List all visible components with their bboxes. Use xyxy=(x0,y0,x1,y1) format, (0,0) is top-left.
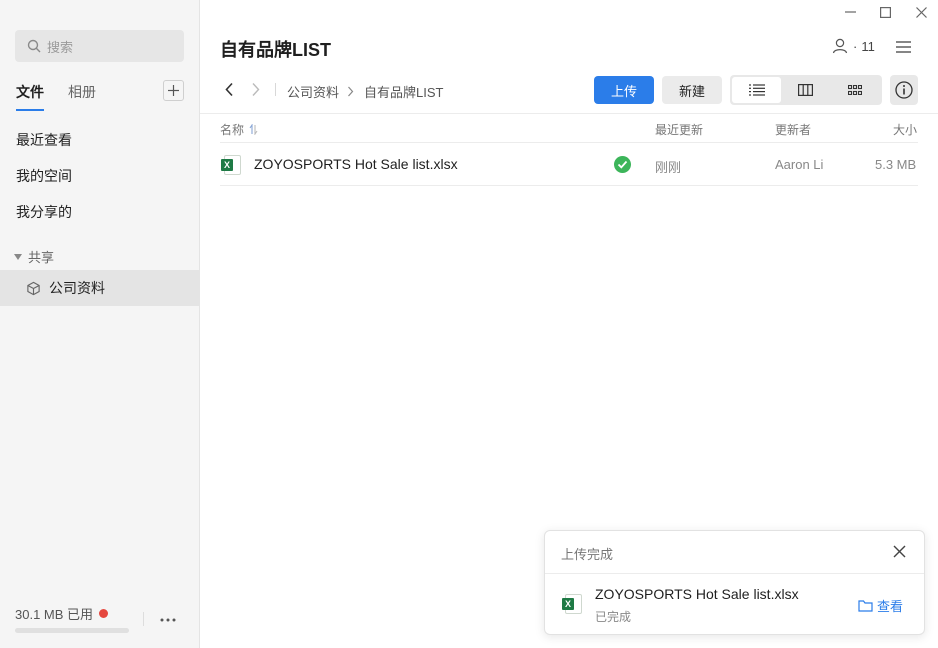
hamburger-menu-icon xyxy=(896,41,911,53)
sidebar-nav: 最近查看 我的空间 我分享的 xyxy=(0,122,199,230)
view-switcher xyxy=(730,75,882,105)
synced-check-icon xyxy=(614,156,631,173)
storage-bar xyxy=(15,628,129,633)
column-header-updater[interactable]: 更新者 xyxy=(775,121,811,138)
divider xyxy=(275,83,276,96)
search-placeholder: 搜索 xyxy=(47,39,74,55)
breadcrumb-item[interactable]: 公司资料 xyxy=(287,82,339,101)
list-view-button[interactable] xyxy=(732,77,782,103)
breadcrumb-separator-icon xyxy=(347,84,354,100)
file-modified: 刚刚 xyxy=(655,160,682,175)
upload-button[interactable]: 上传 xyxy=(594,76,654,104)
chevron-left-icon xyxy=(225,82,233,97)
storage-text: 30.1 MB 已用 xyxy=(15,607,94,622)
sidebar-item-shared-by-me[interactable]: 我分享的 xyxy=(0,194,199,230)
collapse-triangle-icon xyxy=(14,253,22,260)
file-name: ZOYOSPORTS Hot Sale list.xlsx xyxy=(254,156,458,172)
maximize-button[interactable] xyxy=(875,4,895,20)
breadcrumb-current: 自有品牌LIST xyxy=(364,85,444,100)
search-icon xyxy=(27,39,41,53)
column-header-modified[interactable]: 最近更新 xyxy=(655,121,703,138)
divider xyxy=(200,113,938,114)
toast-title: 上传完成 xyxy=(561,547,614,562)
tab-files[interactable]: 文件 xyxy=(16,82,44,111)
sidebar: 搜索 文件 相册 最近查看 我的空间 我分享的 共享 公司资料 30.1 MB … xyxy=(0,0,200,648)
page-title: 自有品牌LIST xyxy=(220,40,331,60)
sort-icon xyxy=(249,124,258,135)
column-view-icon xyxy=(798,84,814,96)
alert-dot xyxy=(99,609,109,618)
members-count: 11 xyxy=(861,38,875,54)
members-button[interactable]: · 11 xyxy=(832,38,875,54)
cube-icon xyxy=(27,281,40,295)
minimize-icon xyxy=(844,11,856,13)
info-button[interactable] xyxy=(890,75,918,105)
file-size: 5.3 MB xyxy=(875,157,917,172)
close-icon xyxy=(893,545,906,558)
column-view-button[interactable] xyxy=(781,77,830,103)
storage-usage: 30.1 MB 已用 xyxy=(15,604,109,623)
list-view-icon xyxy=(748,84,765,96)
ellipsis-icon xyxy=(160,618,176,622)
user-icon xyxy=(832,38,848,54)
divider xyxy=(545,573,924,574)
excel-file-icon: X xyxy=(221,155,241,175)
toast-view-button[interactable]: 查看 xyxy=(858,596,903,615)
toast-status: 已完成 xyxy=(595,610,632,624)
back-button[interactable] xyxy=(224,82,234,100)
sidebar-item-recent[interactable]: 最近查看 xyxy=(0,122,199,158)
members-separator-dot: · xyxy=(853,38,858,54)
close-icon xyxy=(915,6,927,18)
sidebar-item-company-docs[interactable]: 公司资料 xyxy=(0,270,199,306)
column-header-size[interactable]: 大小 xyxy=(893,121,917,138)
sidebar-item-my-space[interactable]: 我的空间 xyxy=(0,158,199,194)
column-header-label: 名称 xyxy=(220,123,245,137)
close-window-button[interactable] xyxy=(911,4,931,20)
shared-section-header[interactable]: 共享 xyxy=(14,247,54,266)
tab-album[interactable]: 相册 xyxy=(68,82,96,111)
add-button[interactable] xyxy=(163,80,184,101)
file-updater: Aaron Li xyxy=(775,157,824,172)
toast-view-label: 查看 xyxy=(877,599,904,614)
minimize-button[interactable] xyxy=(840,4,860,20)
divider xyxy=(143,612,144,626)
toast-close-button[interactable] xyxy=(893,545,906,561)
column-header-name[interactable]: 名称 xyxy=(220,121,258,138)
more-button[interactable] xyxy=(160,611,176,625)
chevron-right-icon xyxy=(252,83,260,96)
excel-file-icon: X xyxy=(562,594,582,614)
forward-button[interactable] xyxy=(251,82,261,100)
sidebar-item-label: 公司资料 xyxy=(49,280,105,296)
info-icon xyxy=(895,81,913,99)
toast-file-name: ZOYOSPORTS Hot Sale list.xlsx xyxy=(595,586,799,602)
menu-button[interactable] xyxy=(896,40,911,56)
table-row[interactable]: X ZOYOSPORTS Hot Sale list.xlsx 刚刚 Aaron… xyxy=(220,142,918,186)
new-button[interactable]: 新建 xyxy=(662,76,722,104)
shared-section-label: 共享 xyxy=(28,250,55,265)
grid-view-button[interactable] xyxy=(831,77,880,103)
sidebar-tabs: 文件 相册 xyxy=(16,82,96,111)
maximize-icon xyxy=(879,6,891,18)
grid-view-icon xyxy=(848,85,863,95)
upload-complete-toast: 上传完成 X ZOYOSPORTS Hot Sale list.xlsx 已完成… xyxy=(544,530,925,635)
folder-icon xyxy=(858,599,873,612)
search-input[interactable]: 搜索 xyxy=(15,30,184,62)
plus-icon xyxy=(168,85,179,96)
